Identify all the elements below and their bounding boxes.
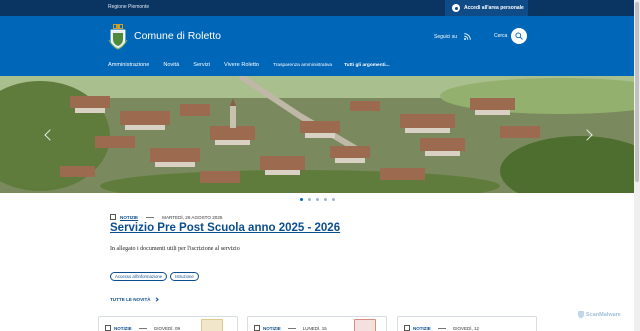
news-date: MARTEDÌ, 26 AGOSTO 2025 [162,214,223,220]
main-nav: Amministrazione Novità Servizi Vivere Ro… [108,62,404,68]
scrollbar-thumb[interactable] [635,2,639,182]
nav-item-servizi[interactable]: Servizi [193,62,210,68]
nav-item-vivere-roletto[interactable]: Vivere Roletto [224,62,259,68]
chevron-right-icon [153,297,159,302]
watermark-text: ScanMalware [586,311,621,318]
separator [437,327,446,329]
news-meta: NOTIZIE MARTEDÌ, 26 AGOSTO 2025 [110,214,222,220]
tag-chip[interactable]: Accesso all'informazione [110,272,168,281]
card-meta: NOTIZIE GIOVEDÌ, 09 [105,325,180,331]
tag-chip[interactable]: Istruzione [170,272,199,281]
carousel-dot[interactable] [324,198,327,201]
news-category-link[interactable]: NOTIZIE [120,215,138,220]
news-card[interactable]: NOTIZIE GIOVEDÌ, 12 [397,316,537,331]
news-tags: Accesso all'informazione Istruzione [110,272,199,281]
card-category-link[interactable]: NOTIZIE [114,326,132,331]
site-header: Comune di Roletto Seguici su Cerca Ammin… [0,16,634,76]
top-bar: Regione Piemonte Accedi all'area persona… [0,0,634,16]
login-button[interactable]: Accedi all'area personale [445,0,528,16]
follow-us: Seguici su [434,33,471,40]
carousel-dot[interactable] [308,198,311,201]
nav-item-amministrazione[interactable]: Amministrazione [108,62,149,68]
rss-icon[interactable] [464,33,471,40]
calendar-icon [110,214,116,220]
card-meta: NOTIZIE LUNEDÌ, 15 [254,325,327,331]
card-category-link[interactable]: NOTIZIE [413,326,431,331]
news-description: In allegato i documenti utili per l'iscr… [110,246,240,252]
all-news-link[interactable]: TUTTE LE NOVITÀ [110,297,159,302]
watermark: ScanMalware [578,311,621,318]
village-aerial-photo [0,76,634,193]
follow-label: Seguici su [434,33,458,40]
news-card[interactable]: NOTIZIE LUNEDÌ, 15 [247,316,387,331]
search-icon [515,32,523,40]
shield-icon [578,311,584,318]
carousel-dot[interactable] [316,198,319,201]
page-scrollbar[interactable] [634,0,640,331]
card-category-link[interactable]: NOTIZIE [263,326,281,331]
user-icon [452,4,460,12]
separator [287,327,296,329]
all-news-label: TUTTE LE NOVITÀ [110,297,151,302]
nav-all-topics[interactable]: Tutti gli argomenti... [344,63,389,68]
card-meta: NOTIZIE GIOVEDÌ, 12 [404,325,479,331]
carousel-dot[interactable] [332,198,335,201]
card-date: GIOVEDÌ, 09 [153,325,181,331]
calendar-icon [254,325,260,331]
calendar-icon [404,325,410,331]
nav-item-trasparenza[interactable]: Trasparenza amministrativa [273,63,332,68]
separator [146,216,155,218]
search-button[interactable] [511,28,527,44]
region-link[interactable]: Regione Piemonte [108,4,149,10]
hero-carousel [0,76,634,193]
municipal-crest-icon[interactable] [108,24,128,50]
site-title[interactable]: Comune di Roletto [134,30,221,42]
card-date: LUNEDÌ, 15 [302,325,327,331]
calendar-icon [105,325,111,331]
carousel-dot[interactable] [300,198,303,201]
news-card[interactable]: NOTIZIE GIOVEDÌ, 09 [98,316,238,331]
carousel-indicators [300,198,335,201]
card-thumbnail [201,319,223,331]
login-label: Accedi all'area personale [464,5,524,11]
card-date: GIOVEDÌ, 12 [452,325,480,331]
card-thumbnail [354,319,376,331]
search-label: Cerca [494,33,508,39]
separator [138,327,147,329]
nav-item-novita[interactable]: Novità [163,62,179,68]
news-title-link[interactable]: Servizio Pre Post Scuola anno 2025 - 202… [110,222,340,234]
